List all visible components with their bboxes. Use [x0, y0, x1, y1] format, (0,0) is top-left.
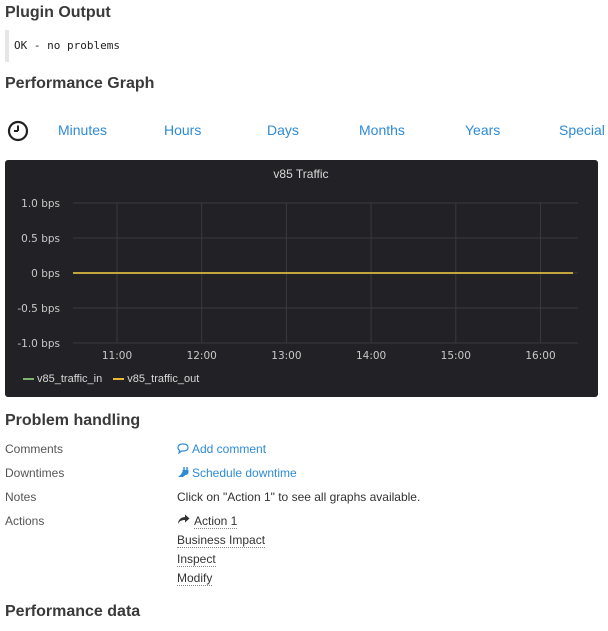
traffic-graph: v85 Traffic 1.0 bps 0.5 bps 0 bps -0.5 bps -1…	[5, 160, 598, 397]
x-tick-label: 14:00	[356, 350, 386, 362]
legend-label-traffic-out: v85_traffic_out	[127, 373, 200, 385]
timeframe-hours[interactable]: Hours	[164, 122, 201, 138]
timeframe-days[interactable]: Days	[267, 122, 299, 138]
plugin-output-heading: Plugin Output	[5, 4, 111, 21]
inspect-link[interactable]: Inspect	[177, 552, 216, 567]
x-tick-label: 16:00	[525, 350, 555, 362]
y-tick-label: -1.0 bps	[17, 338, 60, 350]
action-1-link[interactable]: Action 1	[177, 514, 238, 529]
x-tick-label: 11:00	[102, 350, 132, 362]
chart-title: v85 Traffic	[273, 167, 328, 181]
timeframe-years[interactable]: Years	[465, 122, 500, 138]
comment-icon	[177, 443, 189, 455]
share-arrow-icon	[178, 514, 190, 524]
notes-text: Click on "Action 1" to see all graphs av…	[177, 490, 421, 504]
y-tick-label: -0.5 bps	[17, 303, 60, 315]
x-tick-label: 13:00	[271, 350, 301, 362]
plugin-output-box: OK - no problems	[5, 30, 249, 62]
modify-link[interactable]: Modify	[177, 571, 213, 586]
inspect-text[interactable]: Inspect	[177, 552, 216, 567]
actions-label: Actions	[5, 514, 45, 528]
y-tick-label: 0 bps	[31, 268, 60, 280]
notes-label: Notes	[5, 490, 37, 504]
modify-text[interactable]: Modify	[177, 571, 213, 586]
action-1-text[interactable]: Action 1	[194, 514, 238, 529]
y-tick-label: 0.5 bps	[21, 233, 60, 245]
performance-data-heading: Performance data	[5, 603, 141, 620]
timeframe-special[interactable]: Special	[559, 122, 605, 138]
legend-item-traffic-in[interactable]: v85_traffic_in	[23, 373, 102, 385]
timeframe-months[interactable]: Months	[359, 122, 405, 138]
x-tick-label: 12:00	[187, 350, 217, 362]
plugin-output-text: OK - no problems	[14, 39, 120, 52]
timeframe-bar: Minutes Hours Days Months Years Special	[0, 118, 608, 144]
downtimes-label: Downtimes	[5, 466, 65, 480]
performance-graph-heading: Performance Graph	[5, 75, 155, 92]
y-tick-label: 1.0 bps	[21, 198, 60, 210]
clock-icon	[7, 120, 29, 147]
add-comment-text[interactable]: Add comment	[192, 442, 266, 456]
schedule-downtime-link[interactable]: Schedule downtime	[177, 466, 297, 480]
chart-legend: v85_traffic_in v85_traffic_out	[23, 373, 207, 385]
plug-icon	[178, 467, 189, 477]
schedule-downtime-text[interactable]: Schedule downtime	[192, 466, 297, 480]
legend-label-traffic-in: v85_traffic_in	[37, 373, 103, 385]
timeframe-minutes[interactable]: Minutes	[58, 122, 107, 138]
business-impact-link[interactable]: Business Impact	[177, 533, 266, 548]
x-tick-label: 15:00	[441, 350, 471, 362]
problem-handling-heading: Problem handling	[5, 412, 141, 429]
legend-item-traffic-out[interactable]: v85_traffic_out	[113, 373, 199, 385]
comments-label: Comments	[5, 442, 64, 456]
legend-swatch-in	[23, 378, 34, 381]
business-impact-text[interactable]: Business Impact	[177, 533, 266, 548]
add-comment-link[interactable]: Add comment	[177, 442, 266, 456]
legend-swatch-out	[113, 378, 125, 381]
traffic-chart-svg: v85 Traffic 1.0 bps 0.5 bps 0 bps -0.5 bps -1…	[17, 167, 578, 362]
